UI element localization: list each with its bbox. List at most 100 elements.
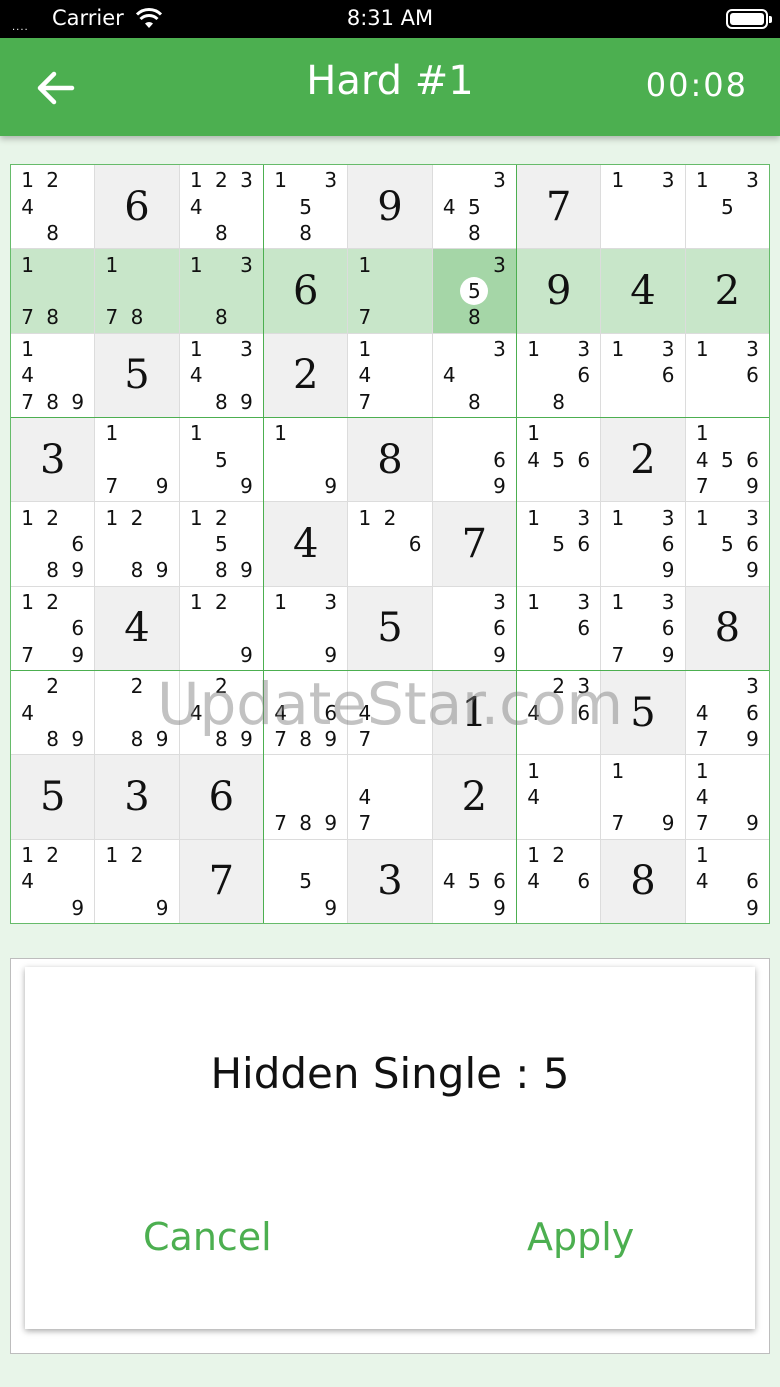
- board-cell[interactable]: 2: [601, 418, 685, 502]
- note-digit: [209, 420, 234, 446]
- board-cell[interactable]: 5: [11, 755, 95, 839]
- board-cell[interactable]: 124 6: [517, 839, 601, 923]
- note-digit: [521, 895, 546, 921]
- board-cell[interactable]: 59: [264, 839, 348, 923]
- board-cell[interactable]: 4: [601, 249, 685, 333]
- board-cell[interactable]: 1 3 8: [179, 249, 263, 333]
- board-cell[interactable]: 14 69: [685, 839, 769, 923]
- board-cell[interactable]: 23 4 6: [517, 671, 601, 755]
- board-cell[interactable]: 47: [348, 671, 432, 755]
- board-cell[interactable]: 1456: [517, 418, 601, 502]
- board-cell[interactable]: 1 3569: [685, 502, 769, 586]
- board-cell[interactable]: 1 78: [95, 249, 179, 333]
- board-cell[interactable]: 3 48: [432, 333, 516, 417]
- board-cell[interactable]: 8: [685, 586, 769, 670]
- board-cell[interactable]: 5: [348, 586, 432, 670]
- board-cell[interactable]: 1: [432, 671, 516, 755]
- board-cell[interactable]: 1 3 489: [179, 333, 263, 417]
- note-digit: [546, 726, 571, 752]
- board-cell[interactable]: 1456 7 9: [685, 418, 769, 502]
- board-cell[interactable]: 2 89: [95, 671, 179, 755]
- board-cell[interactable]: 6: [179, 755, 263, 839]
- board-cell[interactable]: 8: [601, 839, 685, 923]
- cancel-button[interactable]: Cancel: [143, 1215, 272, 1259]
- board-cell[interactable]: 1 36: [601, 333, 685, 417]
- board-cell[interactable]: 19: [264, 418, 348, 502]
- cell-notes: 69: [437, 420, 512, 499]
- board-cell[interactable]: 789: [264, 755, 348, 839]
- note-digit: [630, 757, 655, 783]
- board-cell[interactable]: 1 358: [264, 165, 348, 249]
- board-cell[interactable]: 2: [432, 755, 516, 839]
- board-cell[interactable]: 1 35: [685, 165, 769, 249]
- board-cell[interactable]: 3: [11, 418, 95, 502]
- board-cell[interactable]: 3 4 6 7 9: [685, 671, 769, 755]
- board-cell[interactable]: 7: [179, 839, 263, 923]
- board-cell[interactable]: 3: [348, 839, 432, 923]
- board-cell[interactable]: 126 7 9: [11, 586, 95, 670]
- board-cell[interactable]: 17: [348, 249, 432, 333]
- board-cell[interactable]: 159: [179, 418, 263, 502]
- note-digit: [571, 389, 596, 415]
- board-cell[interactable]: 47: [348, 755, 432, 839]
- board-cell[interactable]: 358: [432, 249, 516, 333]
- board-cell[interactable]: 4 6 789: [264, 671, 348, 755]
- board-cell[interactable]: 69: [432, 418, 516, 502]
- board-cell[interactable]: 3: [95, 755, 179, 839]
- board-cell[interactable]: 4569: [432, 839, 516, 923]
- board-cell[interactable]: 147 9: [685, 755, 769, 839]
- back-button[interactable]: [28, 62, 84, 114]
- board-cell[interactable]: 8: [348, 418, 432, 502]
- board-cell[interactable]: 147: [348, 333, 432, 417]
- board-cell[interactable]: 12 9: [179, 586, 263, 670]
- board-cell[interactable]: 1 36 7 9: [601, 586, 685, 670]
- board-cell[interactable]: 14789: [11, 333, 95, 417]
- board-cell[interactable]: 124 9: [11, 839, 95, 923]
- board-cell[interactable]: 2: [685, 249, 769, 333]
- cell-notes: 123 48: [184, 167, 259, 246]
- board-cell[interactable]: 9: [517, 249, 601, 333]
- board-cell[interactable]: 12689: [11, 502, 95, 586]
- board-cell[interactable]: 6: [264, 249, 348, 333]
- board-cell[interactable]: 1 369: [601, 502, 685, 586]
- board-cell[interactable]: 12589: [179, 502, 263, 586]
- board-cell[interactable]: 1 368: [517, 333, 601, 417]
- board-cell[interactable]: 1248: [11, 165, 95, 249]
- board-cell[interactable]: 4: [264, 502, 348, 586]
- board-cell[interactable]: 1 36: [685, 333, 769, 417]
- note-digit: [124, 473, 149, 499]
- board-cell[interactable]: 126: [348, 502, 432, 586]
- board-cell[interactable]: 1 36: [517, 586, 601, 670]
- note-digit: 3: [746, 336, 759, 361]
- board-cell[interactable]: 1 78: [11, 249, 95, 333]
- note-digit: [65, 673, 90, 699]
- board-cell[interactable]: 12 9: [95, 839, 179, 923]
- board-cell[interactable]: 7: [517, 165, 601, 249]
- note-digit: [150, 304, 175, 330]
- board-cell[interactable]: 5: [601, 671, 685, 755]
- note-digit: [318, 615, 343, 641]
- board-cell[interactable]: 7: [432, 502, 516, 586]
- board-cell[interactable]: 1 3 9: [264, 586, 348, 670]
- board-cell[interactable]: 6: [95, 165, 179, 249]
- board-cell[interactable]: 4: [95, 586, 179, 670]
- board-cell[interactable]: 2: [264, 333, 348, 417]
- note-digit: 5: [552, 531, 566, 556]
- board-cell[interactable]: 1 7 9: [95, 418, 179, 502]
- board-cell[interactable]: 1 356: [517, 502, 601, 586]
- board-cell[interactable]: 123 48: [179, 165, 263, 249]
- board-cell[interactable]: 5: [95, 333, 179, 417]
- board-cell[interactable]: 14: [517, 755, 601, 839]
- board-cell[interactable]: 3 458: [432, 165, 516, 249]
- board-cell[interactable]: 12 89: [95, 502, 179, 586]
- board-cell[interactable]: 2489: [11, 671, 95, 755]
- apply-button[interactable]: Apply: [527, 1215, 634, 1259]
- note-digit: [690, 531, 715, 557]
- note-digit: [571, 810, 596, 836]
- note-digit: 1: [695, 505, 709, 530]
- board-cell[interactable]: 369: [432, 586, 516, 670]
- board-cell[interactable]: 2489: [179, 671, 263, 755]
- board-cell[interactable]: 13: [601, 165, 685, 249]
- board-cell[interactable]: 1 7 9: [601, 755, 685, 839]
- board-cell[interactable]: 9: [348, 165, 432, 249]
